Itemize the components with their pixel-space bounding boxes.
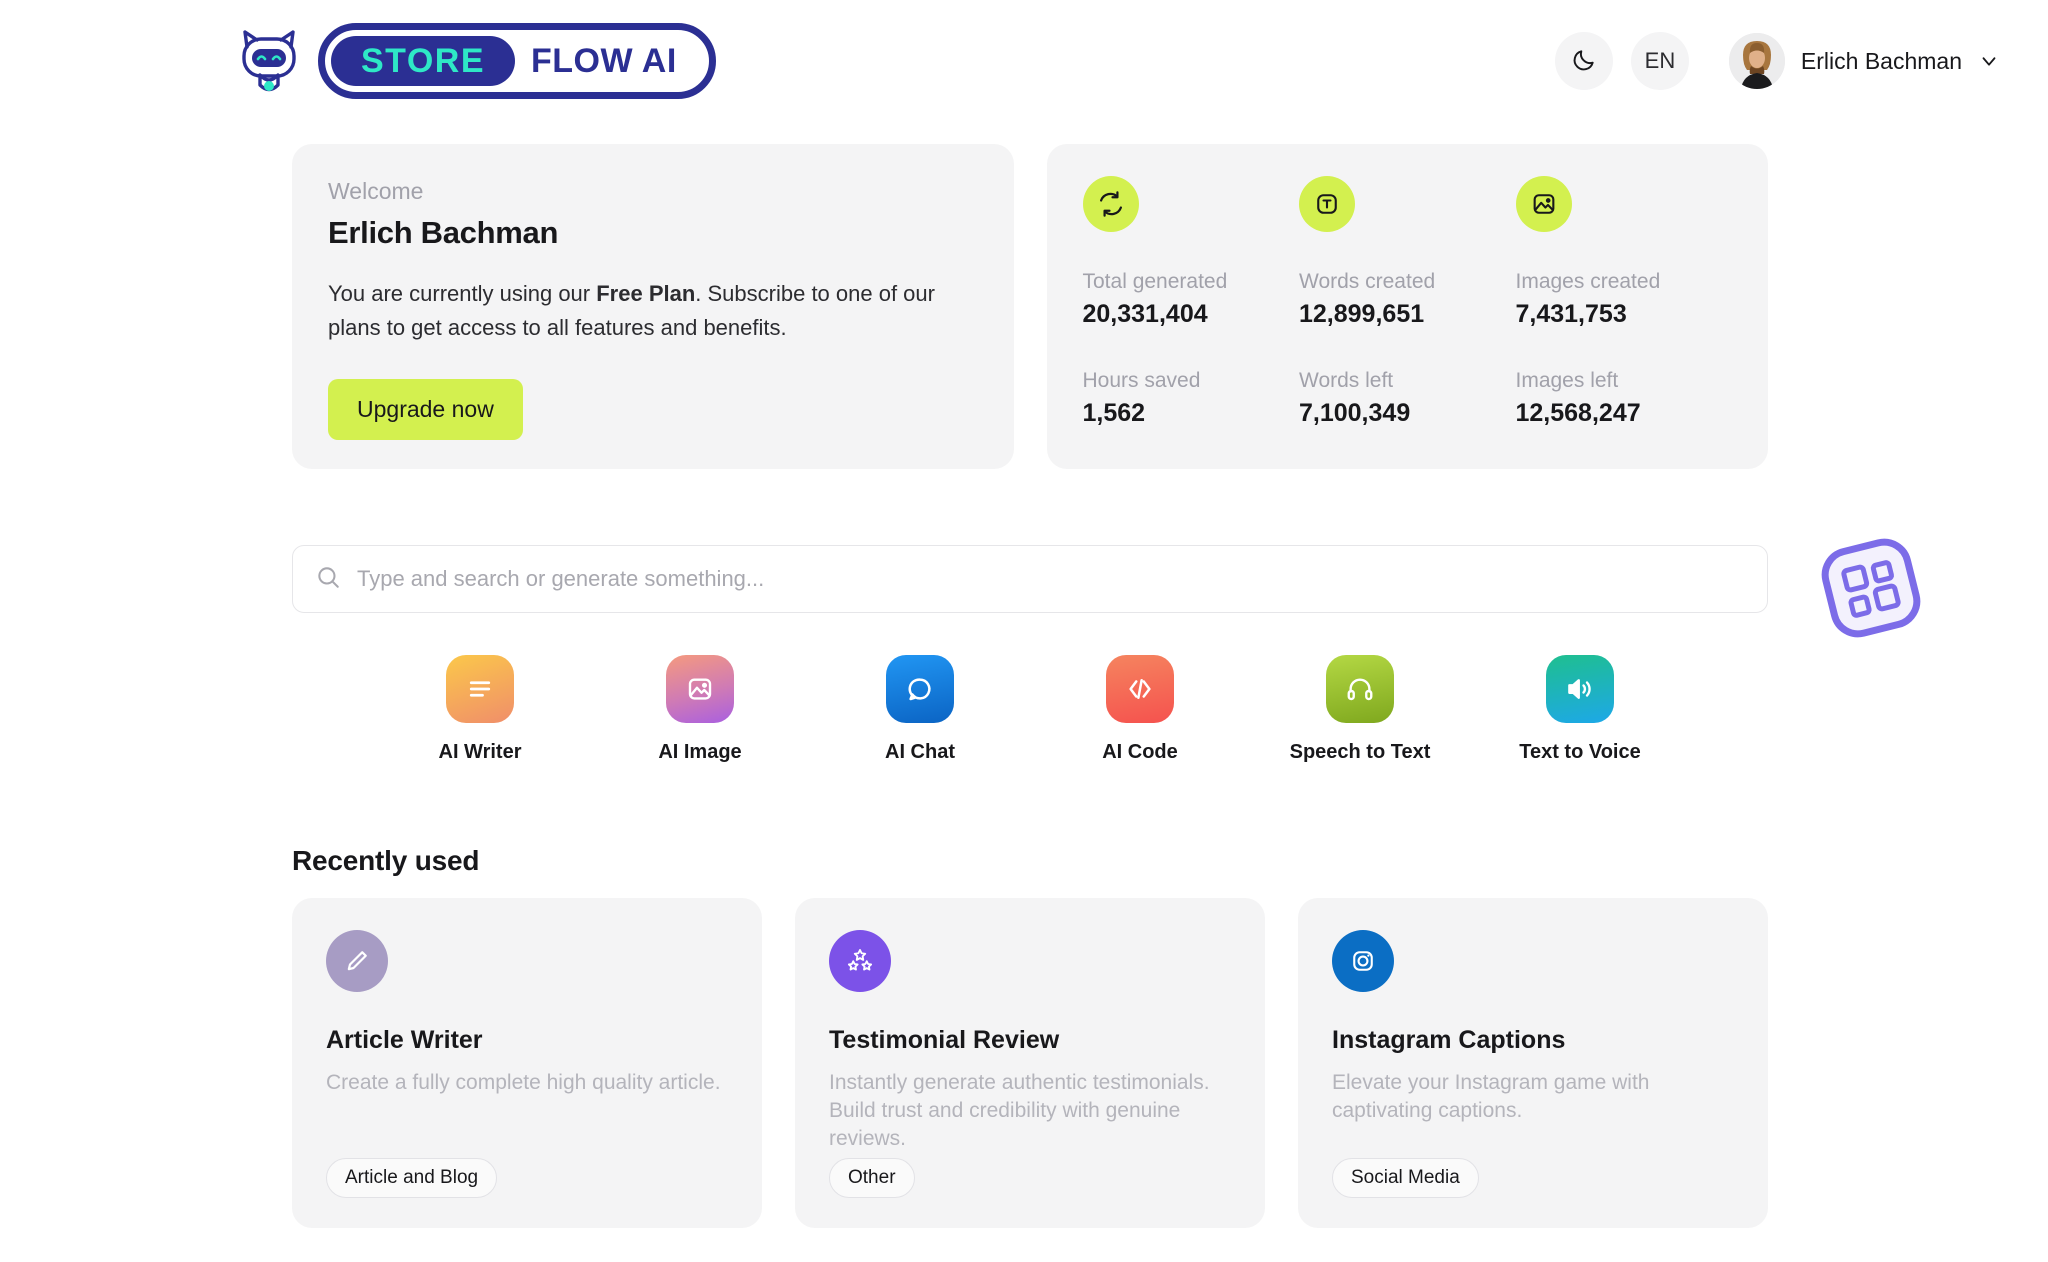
stats-card: Total generated 20,331,404 Words created… [1046,144,1768,469]
quick-action-label: AI Code [1102,741,1178,763]
stat-label: Words created [1299,270,1436,293]
recent-card-title: Instagram Captions [1332,1026,1566,1054]
text-box-icon [1299,176,1355,232]
app-root: STORE FLOW AI EN Erlich Bachman Welcome … [0,0,2048,1262]
header-actions: EN Erlich Bachman [1554,32,2000,90]
recent-card-tag[interactable]: Other [829,1158,915,1198]
recent-card-article-writer[interactable]: Article Writer Create a fully complete h… [292,898,762,1228]
app-header: STORE FLOW AI EN Erlich Bachman [0,0,2048,122]
brand-wordmark: STORE FLOW AI [318,23,716,99]
quick-action-label: AI Chat [885,741,955,763]
recent-card-testimonial-review[interactable]: Testimonial Review Instantly generate au… [795,898,1265,1228]
quick-action-ai-writer[interactable]: AI Writer [416,655,544,764]
recent-card-tag[interactable]: Social Media [1332,1158,1479,1198]
image-icon [666,655,734,723]
avatar [1728,33,1785,89]
recent-card-instagram-captions[interactable]: Instagram Captions Elevate your Instagra… [1298,898,1768,1228]
quick-action-ai-chat[interactable]: AI Chat [856,655,984,764]
search-icon [315,564,341,595]
brand-logo[interactable]: STORE FLOW AI [236,23,716,99]
lines-icon [446,655,514,723]
quick-action-ai-code[interactable]: AI Code [1076,655,1204,764]
theme-toggle-button[interactable] [1554,32,1613,90]
stat-words-created: Words created 12,899,651 [1299,176,1516,329]
image-icon [1515,176,1572,232]
stat-value: 12,568,247 [1515,399,1641,427]
pencil-icon [326,930,388,992]
recent-card-description: Instantly generate authentic testimonial… [829,1071,1210,1150]
stat-total-generated: Total generated 20,331,404 [1082,176,1300,329]
quick-action-label: AI Image [658,741,742,763]
stat-words-left: Words left 7,100,349 [1299,369,1516,428]
language-switcher-button[interactable]: EN [1630,32,1689,90]
quick-action-text-to-voice[interactable]: Text to Voice [1516,655,1644,764]
quick-action-label: Text to Voice [1519,741,1641,763]
welcome-card: Welcome Erlich Bachman You are currently… [292,144,1014,469]
user-menu[interactable]: Erlich Bachman [1728,33,2000,89]
welcome-label: Welcome [328,178,424,204]
stat-label: Images created [1515,270,1661,293]
recently-used-list: Article Writer Create a fully complete h… [292,898,1768,1228]
quick-action-label: AI Writer [438,741,522,763]
instagram-icon [1332,930,1394,992]
stat-label: Images left [1515,369,1619,392]
stat-value: 20,331,404 [1082,300,1208,328]
stat-value: 12,899,651 [1299,300,1425,328]
stats-grid: Total generated 20,331,404 Words created… [1082,176,1733,428]
welcome-desc-part1: You are currently using our [328,281,597,306]
quick-action-speech-to-text[interactable]: Speech to Text [1290,655,1430,764]
quick-action-label: Speech to Text [1289,741,1431,763]
overview-cards: Welcome Erlich Bachman You are currently… [292,144,1768,469]
search-input[interactable] [357,566,1745,592]
recently-used-title: Recently used [292,845,480,876]
user-name-label: Erlich Bachman [1800,47,1962,74]
refresh-icon [1082,176,1139,232]
recent-card-description: Elevate your Instagram game with captiva… [1332,1071,1650,1122]
stat-images-left: Images left 12,568,247 [1516,369,1733,428]
moon-icon [1571,47,1597,76]
grid-dashboard-icon[interactable] [1813,530,1929,646]
stat-value: 7,431,753 [1515,300,1627,328]
stat-label: Words left [1299,369,1394,392]
brand-wordmark-primary: STORE [331,36,516,86]
speaker-wave-icon [1546,655,1614,723]
recent-card-title: Testimonial Review [829,1026,1060,1054]
robot-cat-logo-icon [236,26,302,96]
three-stars-icon [829,930,891,992]
upgrade-now-button[interactable]: Upgrade now [328,379,523,440]
welcome-description: You are currently using our Free Plan. S… [328,277,973,345]
search-bar[interactable] [292,545,1768,613]
headphones-icon [1326,655,1394,723]
stat-value: 1,562 [1082,399,1146,427]
recent-card-description: Create a fully complete high quality art… [326,1071,721,1094]
stat-hours-saved: Hours saved 1,562 [1083,369,1300,428]
recent-card-title: Article Writer [326,1026,483,1054]
stat-images-created: Images created 7,431,753 [1515,176,1733,329]
quick-action-ai-image[interactable]: AI Image [636,655,764,764]
stat-value: 7,100,349 [1299,399,1411,427]
welcome-user-name: Erlich Bachman [328,215,559,250]
recent-card-tag[interactable]: Article and Blog [326,1158,498,1198]
stat-label: Hours saved [1082,369,1201,392]
brand-wordmark-secondary: FLOW AI [531,41,677,80]
quick-actions: AI Writer AI Image AI Chat AI Code Speec… [292,655,1768,764]
stat-label: Total generated [1082,270,1228,293]
code-brackets-icon [1106,655,1174,723]
chevron-down-icon[interactable] [1978,50,2000,72]
welcome-plan-name: Free Plan [596,281,696,306]
chat-bubble-icon [886,655,954,723]
